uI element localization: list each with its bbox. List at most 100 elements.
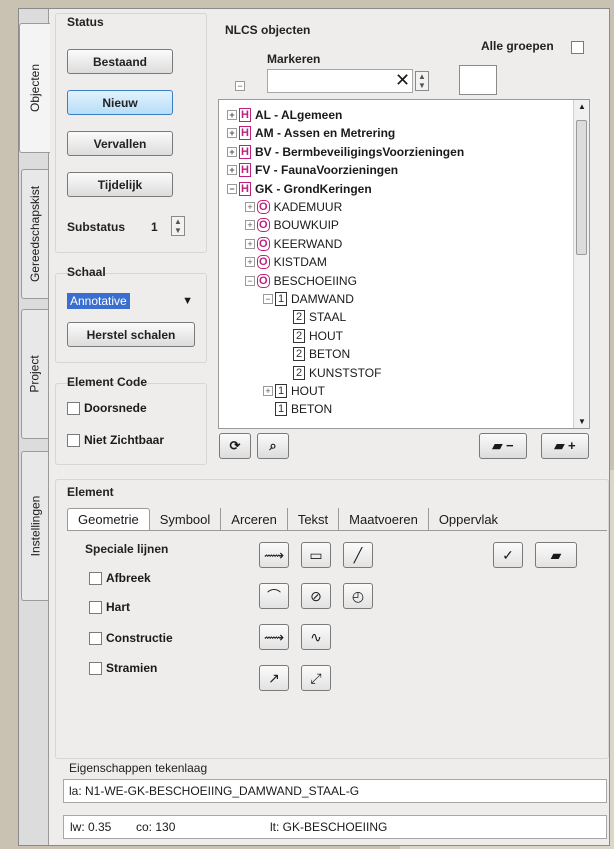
collapse-icon[interactable]: − (263, 294, 273, 304)
layer-plus-button[interactable]: ▰ + (541, 433, 589, 459)
tab-instellingen-label: Instellingen (28, 495, 42, 557)
circle-radius-icon: ◴ (351, 587, 365, 604)
scroll-down-icon[interactable]: ▼ (578, 417, 586, 426)
tree-node[interactable]: + H AM - Assen en Metrering (227, 124, 395, 142)
circle-center-button[interactable]: ⊘ (301, 583, 331, 609)
layer-props-field: lw: 0.35 co: 130 lt: GK-BESCHOEIING (63, 815, 607, 839)
checkbox-box (89, 661, 102, 675)
tree-node[interactable]: − O BESCHOEIING (245, 272, 357, 290)
constructie-checkbox[interactable]: Constructie (89, 631, 173, 645)
layer-check-button[interactable]: ✓ (493, 542, 523, 568)
tab-oppervlak[interactable]: Oppervlak (429, 508, 508, 530)
collapse-icon[interactable]: − (227, 183, 237, 194)
substatus-value[interactable]: 1 (151, 220, 158, 234)
doorsnede-checkbox[interactable]: Doorsnede (67, 401, 147, 415)
tree-scrollbar[interactable]: ▲ ▼ (573, 100, 589, 428)
level-1-icon: 1 (275, 384, 287, 398)
rectangle-button[interactable]: ▭ (301, 542, 331, 568)
hart-checkbox[interactable]: Hart (89, 600, 130, 614)
markeren-spinner[interactable]: ▲ ▼ (415, 71, 429, 91)
polyline-arrow-button[interactable]: ⟿ (259, 542, 289, 568)
object-icon: O (257, 236, 270, 251)
expand-icon[interactable]: + (227, 165, 237, 176)
circle-radius-button[interactable]: ◴ (343, 583, 373, 609)
arc-button[interactable]: ⌒ (259, 583, 289, 609)
arc-icon: ⌒ (267, 588, 281, 604)
tree-node[interactable]: +1 HOUT (263, 382, 325, 400)
tree-node[interactable]: 2 HOUT (281, 327, 343, 345)
tree-node[interactable]: + O KISTDAM (245, 253, 327, 271)
expand-icon[interactable]: + (227, 110, 237, 120)
collapse-icon[interactable]: − (245, 275, 255, 286)
scroll-up-icon[interactable]: ▲ (578, 102, 586, 111)
tab-arceren[interactable]: Arceren (221, 508, 288, 530)
level-2-icon: 2 (293, 328, 305, 343)
tab-symbool[interactable]: Symbool (150, 508, 222, 530)
markeren-search-input[interactable] (267, 69, 413, 93)
tree-mark-button[interactable]: ⟳ (219, 433, 251, 459)
stramien-checkbox[interactable]: Stramien (89, 661, 157, 675)
expand-icon[interactable]: + (227, 146, 237, 157)
tree-node-label: BOUWKUIP (273, 218, 339, 233)
polyline-arrow-2-button[interactable]: ⟿ (259, 624, 289, 650)
tree-find-button[interactable]: ⌕ (257, 433, 289, 459)
schaal-select[interactable]: Annotative ▼ (67, 291, 193, 311)
expand-icon[interactable]: + (245, 238, 255, 249)
expand-icon[interactable]: + (245, 220, 255, 231)
tree-node[interactable]: −1 DAMWAND (263, 290, 354, 308)
vervallen-button[interactable]: Vervallen (67, 131, 173, 156)
tree-node-label: HOUT (291, 384, 325, 398)
tree-node[interactable]: 2 KUNSTSTOF (281, 364, 381, 382)
nieuw-button[interactable]: Nieuw (67, 90, 173, 115)
scroll-thumb[interactable] (576, 120, 587, 255)
tab-geometrie[interactable]: Geometrie (67, 508, 150, 530)
dimension-line-button[interactable]: ⤢ (301, 665, 331, 691)
line-button[interactable]: ╱ (343, 542, 373, 568)
tab-tekst[interactable]: Tekst (288, 508, 340, 530)
tab-gereedschapskist[interactable]: Gereedschapskist (21, 169, 48, 299)
tree-node[interactable]: + H FV - FaunaVoorzieningen (227, 161, 398, 179)
tree-node[interactable]: + O KADEMUUR (245, 198, 342, 216)
collapse-all-icon[interactable]: − (235, 81, 245, 91)
tree-node[interactable]: − H GK - GrondKeringen (227, 180, 372, 198)
bestaand-button[interactable]: Bestaand (67, 49, 173, 74)
substatus-label: Substatus (67, 220, 126, 234)
layer-plus-icon: ▰ + (554, 438, 576, 453)
arrow-line-button[interactable]: ↗ (259, 665, 289, 691)
tree-node[interactable]: 2 BETON (281, 345, 350, 363)
tree-node[interactable]: + O KEERWAND (245, 235, 342, 253)
schaal-select-value: Annotative (67, 293, 130, 309)
layer-button[interactable]: ▰ (535, 542, 577, 568)
tree-node-label: BETON (309, 347, 351, 362)
tree-node[interactable]: + H AL - ALgemeen (227, 106, 342, 124)
expand-icon[interactable]: + (245, 202, 255, 212)
nlcs-object-tree[interactable]: + H AL - ALgemeen + H AM - Assen en Metrering… (218, 99, 590, 429)
tab-project-label: Project (28, 355, 43, 393)
level-2-icon: 2 (293, 347, 305, 362)
substatus-spinner[interactable]: ▲ ▼ (171, 216, 185, 236)
afbreek-checkbox[interactable]: Afbreek (89, 571, 151, 585)
tab-instellingen[interactable]: Instellingen (21, 451, 48, 601)
element-code-group (55, 383, 207, 465)
tree-node-label: AL - ALgemeen (255, 108, 343, 122)
expand-icon[interactable]: + (245, 257, 255, 268)
tree-node[interactable]: 1 BETON (263, 400, 332, 418)
expand-icon[interactable]: + (263, 386, 273, 396)
color-preview-box[interactable] (459, 65, 497, 95)
tab-objecten[interactable]: Objecten (19, 23, 50, 153)
tree-node[interactable]: + H BV - BermbeveiligingsVoorzieningen (227, 143, 464, 161)
expand-icon[interactable]: + (227, 128, 237, 139)
herstel-schalen-button[interactable]: Herstel schalen (67, 322, 195, 347)
tab-maatvoeren[interactable]: Maatvoeren (339, 508, 429, 530)
close-icon[interactable]: ✕ (395, 70, 410, 91)
layer-minus-button[interactable]: ▰ − (479, 433, 527, 459)
spline-button[interactable]: ∿ (301, 624, 331, 650)
niet-zichtbaar-checkbox[interactable]: Niet Zichtbaar (67, 433, 164, 447)
arrow-line-icon: ↗ (268, 669, 280, 686)
alle-groepen-checkbox[interactable] (571, 41, 584, 54)
tab-project[interactable]: Project (21, 309, 48, 439)
tijdelijk-button[interactable]: Tijdelijk (67, 172, 173, 197)
tree-node[interactable]: + O BOUWKUIP (245, 216, 339, 234)
tree-node[interactable]: 2 STAAL (281, 308, 346, 326)
object-icon: O (257, 255, 270, 270)
